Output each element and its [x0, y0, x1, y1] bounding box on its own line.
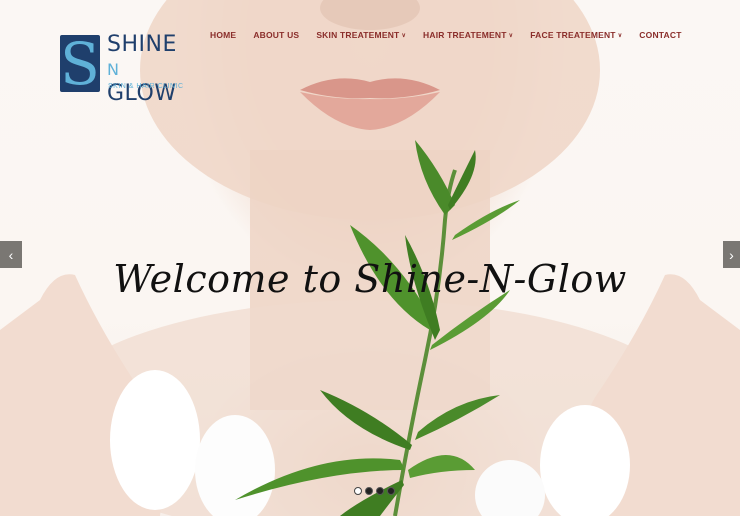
- slider-dot-1[interactable]: [354, 487, 362, 495]
- nav-skin-treatement-label: SKIN TREATEMENT: [316, 30, 400, 40]
- chevron-down-icon: ∨: [401, 32, 407, 39]
- nav-home-label: HOME: [210, 30, 237, 40]
- hero-headline: Welcome to Shine-N-Glow: [113, 257, 627, 301]
- nav-face-treatement[interactable]: FACE TREATEMENT ∨: [530, 30, 622, 40]
- logo-tagline: SKIN & HAIR CLINIC: [108, 83, 184, 90]
- logo-line-shine: SHINE: [107, 32, 177, 57]
- slider-pagination: [354, 487, 395, 495]
- slider-dot-2[interactable]: [365, 487, 373, 495]
- nav-contact[interactable]: CONTACT: [639, 30, 681, 40]
- main-nav: HOME ABOUT US SKIN TREATEMENT ∨ HAIR TRE…: [210, 30, 682, 40]
- nav-hair-treatement-label: HAIR TREATEMENT: [423, 30, 507, 40]
- logo-mark-letter: S: [60, 30, 100, 98]
- slider-dot-4[interactable]: [387, 487, 395, 495]
- clinic-logo[interactable]: S SHINE N GLOW SKIN & HAIR CLINIC: [60, 30, 185, 106]
- nav-about-us[interactable]: ABOUT US: [253, 30, 299, 40]
- nav-skin-treatement[interactable]: SKIN TREATEMENT ∨: [316, 30, 406, 40]
- slider-dot-3[interactable]: [376, 487, 384, 495]
- nav-about-us-label: ABOUT US: [253, 30, 300, 40]
- logo-wordmark: SHINE N GLOW: [107, 33, 185, 106]
- nav-hair-treatement[interactable]: HAIR TREATEMENT ∨: [423, 30, 513, 40]
- chevron-down-icon: ∨: [617, 32, 623, 39]
- nav-face-treatement-label: FACE TREATEMENT: [530, 30, 616, 40]
- chevron-down-icon: ∨: [508, 32, 514, 39]
- logo-line-n: N: [107, 60, 120, 79]
- nav-home[interactable]: HOME: [210, 30, 236, 40]
- logo-mark: S: [60, 30, 100, 98]
- nav-contact-label: CONTACT: [639, 30, 682, 40]
